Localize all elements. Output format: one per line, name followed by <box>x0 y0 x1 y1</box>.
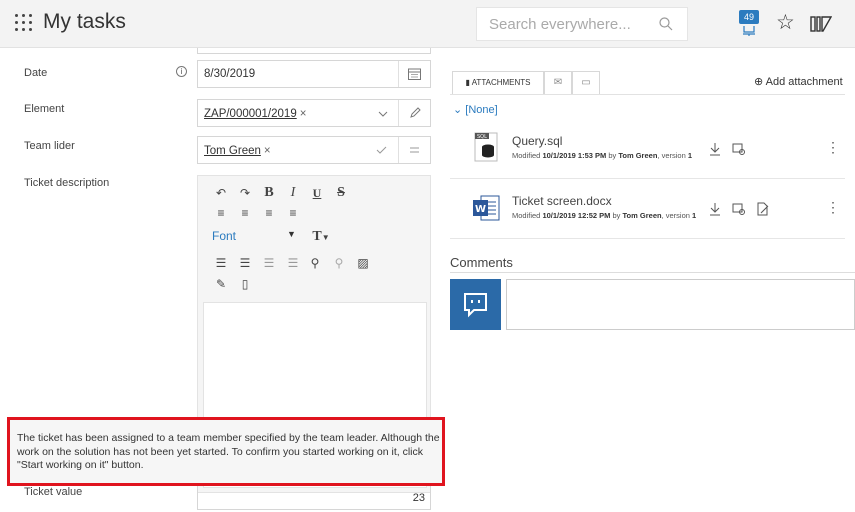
file-meta: Modified 10/1/2019 1:53 PM by Tom Green,… <box>512 151 693 160</box>
underline-icon[interactable]: U <box>308 185 326 201</box>
attachment-group-toggle[interactable]: ⌄ [None] <box>453 103 498 116</box>
list-item[interactable]: W Ticket screen.docx Modified 10/1/2019 … <box>470 194 845 238</box>
align-left-icon[interactable]: ≡ <box>212 205 230 221</box>
team-leader-field[interactable]: Tom Green × <box>197 136 431 164</box>
date-field[interactable]: 8/30/2019 <box>197 60 431 88</box>
tab-attachments-label: ATTACHMENTS <box>471 78 531 87</box>
chat-icon: ▭ <box>581 77 591 88</box>
ticket-value-label: Ticket value <box>24 486 83 498</box>
download-icon[interactable] <box>708 142 722 156</box>
italic-icon[interactable]: I <box>284 185 302 201</box>
download-icon[interactable] <box>708 202 722 216</box>
redo-icon[interactable]: ↷ <box>236 185 254 201</box>
list-item[interactable]: SQL Query.sql Modified 10/1/2019 1:53 PM… <box>470 132 845 178</box>
comments-title: Comments <box>450 255 513 270</box>
comment-icon <box>464 293 487 318</box>
ticket-value-field[interactable]: 23 <box>197 486 431 510</box>
status-tooltip: The ticket has been assigned to a team m… <box>7 417 445 486</box>
element-link[interactable]: ZAP/000001/2019 <box>204 108 297 120</box>
preview-icon[interactable] <box>732 142 746 156</box>
plus-circle-icon: ⊕ <box>754 76 764 88</box>
file-name[interactable]: Query.sql <box>512 134 562 148</box>
font-select[interactable]: Font ▼ <box>212 229 302 247</box>
preview-icon[interactable] <box>732 202 746 216</box>
brush-icon[interactable]: ✎ <box>212 276 230 292</box>
more-options-icon[interactable]: ⋮ <box>826 200 840 216</box>
outdent-icon[interactable]: ☰ <box>260 255 278 271</box>
paperclip-icon: ▮ <box>465 78 470 87</box>
favorites-star-icon[interactable]: ☆ <box>776 10 795 35</box>
comment-input[interactable] <box>506 279 855 330</box>
notifications-button[interactable]: 49 <box>736 10 762 38</box>
sql-file-icon: SQL <box>474 132 498 162</box>
panel-toggle-icon[interactable] <box>810 15 832 33</box>
align-center-icon[interactable]: ≡ <box>236 205 254 221</box>
image-icon[interactable]: ▨ <box>354 255 372 271</box>
font-dropdown-icon: ▼ <box>287 229 296 239</box>
ticket-description-label: Ticket description <box>24 177 110 189</box>
align-justify-icon[interactable]: ≡ <box>284 205 302 221</box>
align-right-icon[interactable]: ≡ <box>260 205 278 221</box>
font-select-label: Font <box>212 229 237 243</box>
team-leader-link[interactable]: Tom Green <box>204 145 261 157</box>
add-attachment-label: Add attachment <box>765 76 843 88</box>
avatar <box>450 279 501 330</box>
file-meta: Modified 10/1/2019 12:52 PM by Tom Green… <box>512 211 697 220</box>
chevron-down-icon[interactable] <box>378 111 388 117</box>
app-launcher-icon[interactable] <box>15 14 33 32</box>
strikethrough-icon[interactable]: S <box>332 185 350 201</box>
team-leader-label: Team lider <box>24 140 75 152</box>
date-value: 8/30/2019 <box>204 68 256 80</box>
add-attachment-button[interactable]: ⊕ Add attachment <box>754 75 843 88</box>
calendar-icon[interactable] <box>408 68 421 80</box>
bell-icon <box>743 26 755 36</box>
tab-email[interactable]: ✉ <box>544 71 572 95</box>
bold-icon[interactable]: B <box>260 185 278 201</box>
undo-icon[interactable]: ↶ <box>212 185 230 201</box>
svg-text:W: W <box>475 204 486 215</box>
info-icon[interactable]: i <box>176 66 187 77</box>
file-name[interactable]: Ticket screen.docx <box>512 194 612 208</box>
remove-element-icon[interactable]: × <box>300 108 307 120</box>
edit-document-icon[interactable] <box>756 202 770 216</box>
top-bar: My tasks 49 ☆ <box>0 0 855 48</box>
element-field[interactable]: ZAP/000001/2019 × <box>197 99 431 127</box>
tooltip-text: The ticket has been assigned to a team m… <box>17 432 440 471</box>
indent-icon[interactable]: ☰ <box>284 255 302 271</box>
attachment-group-label: [None] <box>465 104 498 116</box>
remove-team-leader-icon[interactable]: × <box>264 145 271 157</box>
previous-field <box>197 48 431 54</box>
page-title: My tasks <box>43 10 126 33</box>
list-icon[interactable] <box>409 146 420 155</box>
word-file-icon: W <box>473 195 500 221</box>
date-label: Date <box>24 67 48 79</box>
text-size-icon[interactable]: T▼ <box>308 229 334 245</box>
element-label: Element <box>24 103 65 115</box>
envelope-icon: ✉ <box>553 77 563 88</box>
search-input[interactable] <box>477 8 647 40</box>
link-icon[interactable]: ⚲ <box>306 255 324 271</box>
tab-attachments[interactable]: ▮ ATTACHMENTS <box>452 71 544 95</box>
global-search <box>476 7 688 41</box>
search-icon[interactable] <box>659 17 673 31</box>
checkmark-icon[interactable] <box>376 146 387 155</box>
edit-pencil-icon[interactable] <box>409 107 421 119</box>
ticket-value: 23 <box>412 492 425 504</box>
unlink-icon[interactable]: ⚲ <box>330 255 348 271</box>
bullet-list-icon[interactable]: ☰ <box>212 255 230 271</box>
more-options-icon[interactable]: ⋮ <box>826 140 840 156</box>
tab-history[interactable]: ▭ <box>572 71 600 95</box>
document-icon[interactable]: ▯ <box>236 276 254 292</box>
numbered-list-icon[interactable]: ☰ <box>236 255 254 271</box>
svg-text:SQL: SQL <box>477 134 487 140</box>
chevron-down-icon: ⌄ <box>453 104 463 116</box>
